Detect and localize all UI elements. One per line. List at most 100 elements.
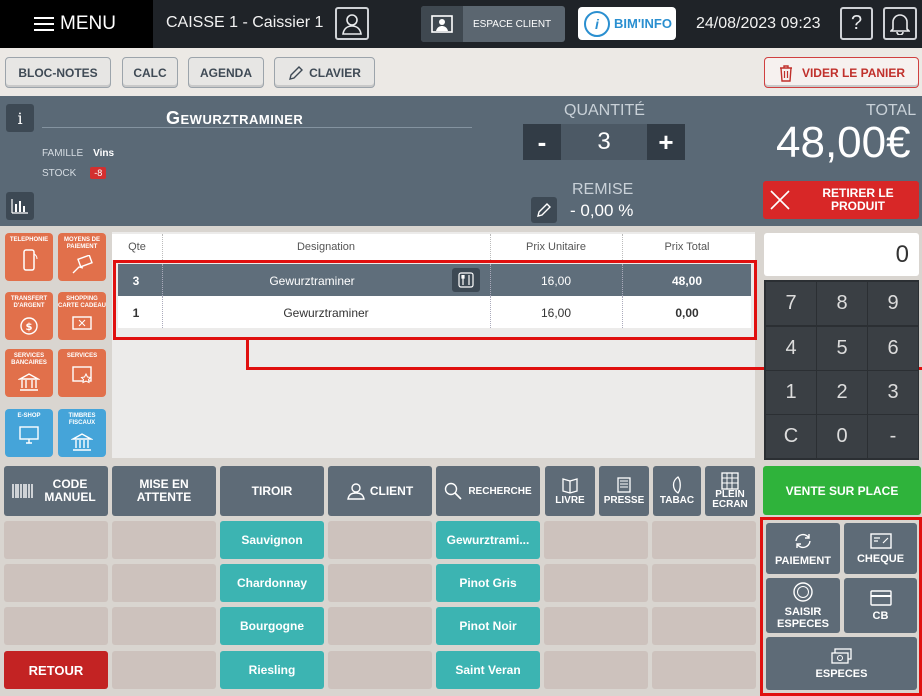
transfert-argent-label: TRANSFERT D'ARGENT (10, 296, 48, 309)
hand-card-icon (72, 255, 93, 274)
key-4[interactable]: 4 (766, 327, 816, 370)
grid-empty-cell[interactable] (328, 651, 432, 689)
product-sauvignon[interactable]: Sauvignon (220, 521, 324, 559)
code-manuel-label: CODE MANUEL (44, 477, 96, 504)
grid-empty-cell[interactable] (112, 607, 216, 645)
services-button[interactable]: SERVICES (58, 349, 106, 397)
vente-sur-place-button[interactable]: VENTE SUR PLACE (763, 466, 921, 515)
tabac-label: TABAC (659, 494, 695, 506)
key-3[interactable]: 3 (868, 371, 918, 414)
grid-empty-cell[interactable] (328, 564, 432, 602)
grid-empty-cell[interactable] (4, 521, 108, 559)
plein-ecran-label: PLEIN ECRAN (712, 489, 748, 510)
biminfo-button[interactable]: i BIM'INFO (578, 7, 676, 40)
grid-empty-cell[interactable] (652, 564, 756, 602)
presse-button[interactable]: PRESSE (599, 466, 649, 516)
keypad-display[interactable]: 0 (764, 233, 919, 276)
biminfo-label: BIM'INFO (614, 16, 672, 31)
quantity-value[interactable]: 3 (561, 124, 647, 160)
product-gewurztraminer[interactable]: Gewurztrami... (436, 521, 540, 559)
notifications-button[interactable] (883, 7, 917, 40)
quantity-increase-button[interactable]: + (647, 124, 685, 160)
client-button[interactable]: CLIENT (328, 466, 432, 516)
mise-en-attente-label: MISE EN ATTENTE (136, 477, 192, 504)
barcode-icon (12, 484, 33, 498)
product-pinot-noir[interactable]: Pinot Noir (436, 607, 540, 645)
plein-ecran-button[interactable]: PLEIN ECRAN (705, 466, 755, 516)
product-name: Gewurztraminer (166, 108, 304, 128)
grid-empty-cell[interactable] (544, 564, 648, 602)
key-1[interactable]: 1 (766, 371, 816, 414)
tiroir-button[interactable]: TIROIR (220, 466, 324, 516)
shopping-carte-cadeau-button[interactable]: SHOPPING CARTE CADEAU (58, 292, 106, 340)
retirer-produit-button[interactable]: RETIRER LE PRODUIT (763, 181, 919, 219)
clavier-button[interactable]: CLAVIER (274, 57, 375, 88)
stock-label: STOCK (42, 168, 77, 179)
search-icon (445, 482, 462, 500)
retour-button[interactable]: RETOUR (4, 651, 108, 689)
key-2[interactable]: 2 (817, 371, 867, 414)
product-bourgogne[interactable]: Bourgogne (220, 607, 324, 645)
key-0[interactable]: 0 (817, 415, 867, 458)
portrait-icon (421, 6, 463, 42)
key-9[interactable]: 9 (868, 282, 918, 325)
e-shop-button[interactable]: E-SHOP (5, 409, 53, 457)
grid-empty-cell[interactable] (544, 651, 648, 689)
key-5[interactable]: 5 (817, 327, 867, 370)
services-label: SERVICES (66, 353, 98, 359)
moyens-paiement-label: MOYENS DE PAIEMENT (63, 237, 100, 250)
grid-empty-cell[interactable] (652, 651, 756, 689)
product-chardonnay[interactable]: Chardonnay (220, 564, 324, 602)
grid-empty-cell[interactable] (4, 564, 108, 602)
government-building-icon (71, 433, 93, 451)
monitor-cart-icon (19, 426, 39, 444)
grid-empty-cell[interactable] (652, 521, 756, 559)
bell-icon (890, 13, 910, 35)
services-bancaires-button[interactable]: SERVICES BANCAIRES (5, 349, 53, 397)
bloc-notes-button[interactable]: BLOC-NOTES (5, 57, 111, 88)
key-8[interactable]: 8 (817, 282, 867, 325)
key-minus[interactable]: - (868, 415, 918, 458)
agenda-button[interactable]: AGENDA (188, 57, 264, 88)
mise-en-attente-button[interactable]: MISE EN ATTENTE (112, 466, 216, 516)
question-mark-icon: ? (850, 12, 863, 34)
grid-empty-cell[interactable] (328, 521, 432, 559)
espace-client-button[interactable]: ESPACE CLIENT (421, 6, 565, 42)
moyens-paiement-button[interactable]: MOYENS DE PAIEMENT (58, 233, 106, 281)
grid-empty-cell[interactable] (652, 607, 756, 645)
menu-button[interactable]: MENU (0, 0, 153, 48)
key-7[interactable]: 7 (766, 282, 816, 325)
livre-button[interactable]: LIVRE (545, 466, 595, 516)
grid-empty-cell[interactable] (4, 607, 108, 645)
product-riesling[interactable]: Riesling (220, 651, 324, 689)
product-pinot-gris[interactable]: Pinot Gris (436, 564, 540, 602)
grid-empty-cell[interactable] (328, 607, 432, 645)
product-info-button[interactable]: i (6, 104, 34, 132)
grid-empty-cell[interactable] (112, 564, 216, 602)
divider (42, 127, 472, 128)
money-transfer-icon: $ (20, 317, 38, 335)
telephonie-button[interactable]: TELEPHONIE (5, 233, 53, 281)
grid-empty-cell[interactable] (112, 651, 216, 689)
grid-empty-cell[interactable] (112, 521, 216, 559)
help-button[interactable]: ? (840, 7, 873, 40)
grid-empty-cell[interactable] (544, 521, 648, 559)
code-manuel-button[interactable]: CODE MANUEL (4, 466, 108, 516)
recherche-button[interactable]: RECHERCHE (436, 466, 540, 516)
transfert-argent-button[interactable]: TRANSFERT D'ARGENT $ (5, 292, 53, 340)
key-clear[interactable]: C (766, 415, 816, 458)
tabac-button[interactable]: TABAC (653, 466, 701, 516)
grid-empty-cell[interactable] (544, 607, 648, 645)
espace-client-label: ESPACE CLIENT (473, 18, 552, 30)
timbres-fiscaux-button[interactable]: TIMBRES FISCAUX (58, 409, 106, 457)
total-value: 48,00€ (776, 118, 911, 167)
stats-button[interactable] (6, 192, 34, 220)
key-6[interactable]: 6 (868, 327, 918, 370)
quantity-decrease-button[interactable]: - (523, 124, 561, 160)
product-saint-veran[interactable]: Saint Veran (436, 651, 540, 689)
svg-text:$: $ (26, 322, 33, 333)
user-account-button[interactable] (335, 7, 369, 40)
calc-button[interactable]: CALC (122, 57, 178, 88)
edit-remise-button[interactable] (531, 197, 557, 223)
vider-panier-button[interactable]: VIDER LE PANIER (764, 57, 919, 88)
